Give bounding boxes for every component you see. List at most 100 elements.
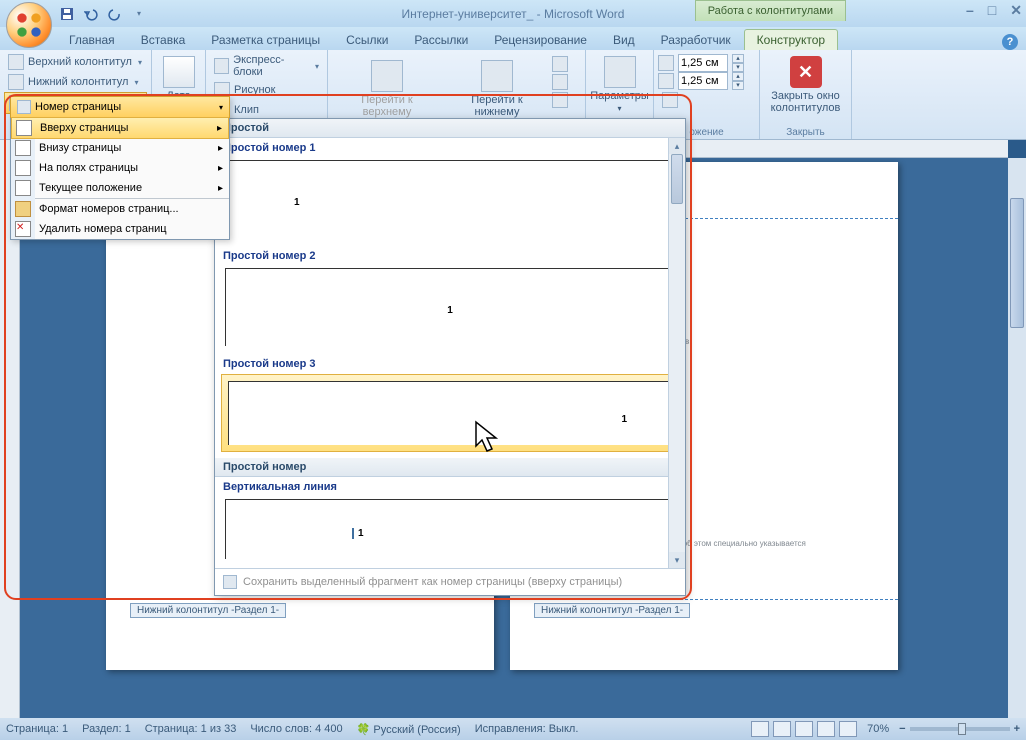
tab-home[interactable]: Главная <box>56 29 128 50</box>
gallery-scrollbar[interactable]: ▴ ▾ <box>668 138 685 568</box>
status-page[interactable]: Страница: 1 <box>6 723 68 735</box>
qat-customize-icon[interactable]: ▾ <box>128 3 150 25</box>
view-fullscreen-icon[interactable] <box>773 721 791 737</box>
gallery-item-4[interactable]: 1 <box>225 499 675 559</box>
footer-margin-spinner[interactable]: ▴▾ <box>658 72 755 90</box>
nav-icon-2[interactable] <box>552 74 568 90</box>
tab-review[interactable]: Рецензирование <box>481 29 600 50</box>
office-button[interactable] <box>6 2 52 48</box>
gallery-category-simple2: Простой номер <box>215 458 685 477</box>
status-page-of[interactable]: Страница: 1 из 33 <box>145 723 237 735</box>
status-section[interactable]: Раздел: 1 <box>82 723 131 735</box>
gallery-item-1[interactable]: 1 <box>225 160 675 238</box>
save-icon[interactable] <box>56 3 78 25</box>
spin-down-icon[interactable]: ▾ <box>732 81 744 90</box>
zoom-out-icon[interactable]: − <box>899 723 905 735</box>
view-draft-icon[interactable] <box>839 721 857 737</box>
spin-down-icon[interactable]: ▾ <box>732 63 744 72</box>
options-icon <box>604 56 636 88</box>
menu-remove-numbers[interactable]: ✕ Удалить номера страниц <box>11 219 229 239</box>
menu-format-numbers[interactable]: Формат номеров страниц... <box>11 199 229 219</box>
tab-references[interactable]: Ссылки <box>333 29 401 50</box>
preview-num-4: 1 <box>352 528 364 539</box>
tab-view[interactable]: Вид <box>600 29 648 50</box>
menu-top-of-page[interactable]: Вверху страницы <box>11 117 229 139</box>
margin-bottom-icon <box>658 73 674 89</box>
vertical-scrollbar[interactable] <box>1008 158 1026 718</box>
margin-bottom-input[interactable] <box>678 72 728 90</box>
status-track-changes[interactable]: Исправления: Выкл. <box>475 723 579 735</box>
margin-top-input[interactable] <box>678 54 728 72</box>
close-icon[interactable]: ✕ <box>1010 2 1022 19</box>
tab-design[interactable]: Конструктор <box>744 29 838 50</box>
gallery-category-simple: Простой <box>215 119 685 138</box>
quickparts-label: Экспресс-блоки <box>233 54 309 78</box>
nav-icon-1[interactable] <box>552 56 568 72</box>
scrollbar-thumb[interactable] <box>1010 198 1024 328</box>
zoom-in-icon[interactable]: + <box>1014 723 1020 735</box>
menu-current-position[interactable]: Текущее положение <box>11 178 229 198</box>
status-word-count[interactable]: Число слов: 4 400 <box>250 723 342 735</box>
close-x-icon: ✕ <box>790 56 822 88</box>
footer-tag-2: Нижний колонтитул -Раздел 1- <box>534 603 690 618</box>
zoom-thumb[interactable] <box>958 723 966 735</box>
align-tab-icon <box>662 92 678 108</box>
gallery-item-1-label: Простой номер 1 <box>215 138 685 158</box>
tab-mailings[interactable]: Рассылки <box>401 29 481 50</box>
gallery-save-label: Сохранить выделенный фрагмент как номер … <box>243 576 622 588</box>
header-label: Верхний колонтитул <box>28 56 132 68</box>
quickparts-button[interactable]: Экспресс-блоки <box>210 52 323 80</box>
close-label: Закрыть окно колонтитулов <box>770 90 841 114</box>
menu-page-margins[interactable]: На полях страницы <box>11 158 229 178</box>
view-web-icon[interactable] <box>795 721 813 737</box>
datetime-icon <box>163 56 195 88</box>
undo-icon[interactable] <box>80 3 102 25</box>
window-controls: – □ ✕ <box>966 2 1022 19</box>
minimize-icon[interactable]: – <box>966 2 974 19</box>
group-close-label: Закрыть <box>760 127 851 138</box>
status-bar: Страница: 1 Раздел: 1 Страница: 1 из 33 … <box>0 718 1026 740</box>
gallery-scroll-thumb[interactable] <box>671 154 683 204</box>
quick-access-toolbar: ▾ <box>56 3 150 25</box>
view-outline-icon[interactable] <box>817 721 835 737</box>
nav-icon-3[interactable] <box>552 92 568 108</box>
header-margin-spinner[interactable]: ▴▾ <box>658 54 755 72</box>
help-icon[interactable]: ? <box>1002 34 1018 50</box>
header-button[interactable]: Верхний колонтитул <box>4 52 147 72</box>
gallery-body: Простой номер 1 1 Простой номер 2 1 Прос… <box>215 138 685 568</box>
view-print-layout-icon[interactable] <box>751 721 769 737</box>
tab-insert[interactable]: Вставка <box>128 29 199 50</box>
clip-label: Клип <box>234 104 259 116</box>
gallery-save-selection[interactable]: Сохранить выделенный фрагмент как номер … <box>215 568 685 595</box>
menu-header: Номер страницы ▾ <box>10 96 230 118</box>
scroll-down-icon[interactable]: ▾ <box>669 552 685 568</box>
goto-header-icon <box>371 60 403 92</box>
quickparts-icon <box>214 58 229 74</box>
gallery-item-2[interactable]: 1 <box>225 268 675 346</box>
gallery-item-3-label: Простой номер 3 <box>215 354 685 374</box>
align-tab-button[interactable] <box>658 90 755 110</box>
scroll-up-icon[interactable]: ▴ <box>669 138 685 154</box>
page-number-gallery: Простой Простой номер 1 1 Простой номер … <box>214 118 686 596</box>
zoom-slider[interactable] <box>910 727 1010 731</box>
footer-button[interactable]: Нижний колонтитул <box>4 72 147 92</box>
save-selection-icon <box>223 575 237 589</box>
tab-developer[interactable]: Разработчик <box>648 29 744 50</box>
spin-up-icon[interactable]: ▴ <box>732 54 744 63</box>
gallery-item-2-label: Простой номер 2 <box>215 246 685 266</box>
redo-icon[interactable] <box>104 3 126 25</box>
maximize-icon[interactable]: □ <box>988 2 996 19</box>
zoom-level[interactable]: 70% <box>867 723 889 735</box>
format-icon <box>15 201 31 217</box>
gallery-item-3[interactable]: 1 <box>221 374 679 452</box>
options-button[interactable]: Параметры ▾ <box>584 52 655 117</box>
spin-up-icon[interactable]: ▴ <box>732 72 744 81</box>
menu-bottom-of-page[interactable]: Внизу страницы <box>11 138 229 158</box>
gallery-item-4-label: Вертикальная линия <box>215 477 685 497</box>
status-language[interactable]: 🍀 Русский (Россия) <box>357 723 461 736</box>
bottom-page-icon <box>15 140 31 156</box>
tab-layout[interactable]: Разметка страницы <box>198 29 333 50</box>
remove-icon: ✕ <box>15 221 31 237</box>
contextual-tab-title: Работа с колонтитулами <box>695 0 846 21</box>
close-header-footer-button[interactable]: ✕ Закрыть окно колонтитулов <box>764 52 847 118</box>
